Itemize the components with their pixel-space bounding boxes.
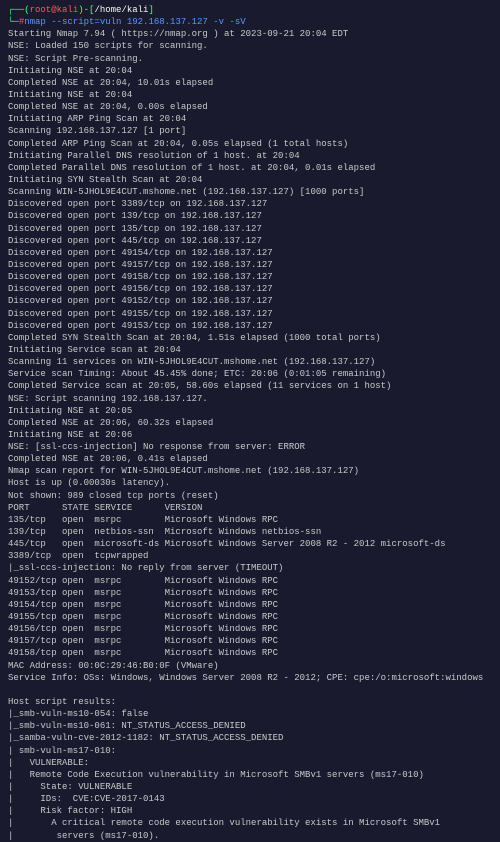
prompt-line-1: ┌──( root @ kali )-[ /home/kali ] [8,4,492,16]
prompt-prefix: └─ [8,16,19,28]
terminal-output: Starting Nmap 7.94 ( https://nmap.org ) … [8,28,492,841]
prompt-closing: ] [148,4,153,16]
prompt-bracket-open: ┌──( [8,4,30,16]
prompt-line-2[interactable]: └─ # nmap --script=vuln 192.168.137.127 … [8,16,492,28]
prompt-path: /home/kali [94,4,148,16]
prompt-bracket-close: )-[ [78,4,94,16]
prompt-user: root [30,4,52,16]
command-input[interactable]: nmap --script=vuln 192.168.137.127 -v -s… [24,16,245,28]
prompt-host: kali [57,4,79,16]
